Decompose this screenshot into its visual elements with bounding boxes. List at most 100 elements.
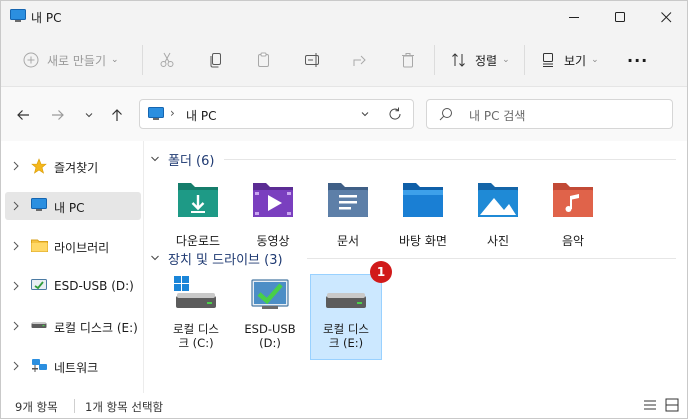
new-button[interactable]: 새로 만들기 ⌄ [23, 47, 119, 73]
refresh-button[interactable] [388, 106, 402, 125]
content-pane: 폴더 (6) 다운로드 동영상 문서 바탕 화면 사진 음악 장치 및 드라이브… [144, 141, 687, 393]
sort-button[interactable]: 정렬 ⌄ [451, 47, 510, 73]
breadcrumb-item[interactable]: 내 PC [186, 107, 216, 124]
cut-button[interactable] [159, 47, 175, 73]
forward-button[interactable] [48, 105, 68, 125]
drive-item-d[interactable]: ESD-USB (D:) [234, 274, 306, 360]
drive-item-c[interactable]: 로컬 디스 크 (C:) [160, 274, 232, 360]
view-icon [543, 53, 553, 67]
sidebar-item-favorites[interactable]: 즐겨찾기 [5, 152, 141, 180]
sidebar-item-local-disk-e[interactable]: 로컬 디스크 (E:) [5, 312, 141, 340]
address-dropdown-button[interactable] [360, 106, 370, 125]
copy-icon [210, 53, 221, 68]
arrow-right-icon [52, 110, 64, 120]
sidebar-item-libraries[interactable]: 라이브러리 [5, 232, 141, 260]
chevron-down-icon [85, 113, 93, 118]
drive-icon [326, 293, 366, 308]
sidebar-item-esd-usb[interactable]: ESD-USB (D:) [5, 272, 141, 300]
chevron-right-icon[interactable] [12, 160, 20, 174]
explorer-window: 내 PC 새로 만들기 ⌄ 정렬 ⌄ 보기 ⌄ ··· › 내 PC 내 PC … [0, 0, 688, 419]
star-icon [31, 158, 47, 177]
folder-item[interactable]: 사진 [467, 179, 529, 251]
rename-button[interactable] [304, 47, 322, 73]
group-title: 폴더 (6) [168, 153, 215, 169]
back-button[interactable] [13, 105, 33, 125]
chevron-down-icon [151, 255, 159, 261]
plus-circle-icon [23, 52, 39, 68]
rename-icon [305, 53, 319, 67]
sidebar-item-label: ESD-USB (D:) [54, 279, 134, 293]
arrow-up-icon [112, 109, 122, 121]
breadcrumb-separator: › [170, 106, 175, 120]
delete-button[interactable] [400, 47, 416, 73]
more-icon: ··· [627, 50, 649, 70]
tiles-view-button[interactable] [665, 398, 679, 415]
sidebar-item-label: 내 PC [54, 201, 85, 215]
folder-label: 사진 [486, 234, 510, 248]
minimize-button[interactable] [551, 1, 597, 33]
chevron-down-icon: ⌄ [591, 55, 599, 65]
network-icon [31, 358, 48, 377]
annotation-badge: 1 [370, 261, 392, 283]
folder-label: 음악 [561, 234, 585, 248]
chevron-right-icon[interactable] [12, 320, 20, 334]
paste-icon [258, 52, 269, 67]
search-box[interactable]: 내 PC 검색 [426, 99, 673, 129]
desktop-folder-icon [403, 183, 443, 217]
folder-item[interactable]: 음악 [542, 179, 604, 251]
chevron-down-icon: ⌄ [111, 55, 119, 65]
copy-button[interactable] [208, 47, 224, 73]
folder-item[interactable]: 바탕 화면 [392, 179, 454, 251]
downloads-folder-icon [178, 183, 218, 217]
folder-item[interactable]: 문서 [317, 179, 379, 251]
drive-label-line: 크 (E:) [328, 336, 364, 350]
chevron-right-icon[interactable] [12, 240, 20, 254]
up-button[interactable] [107, 105, 127, 125]
chevron-right-icon[interactable] [12, 200, 20, 214]
item-count: 9개 항목 [15, 400, 58, 414]
drive-label-line: 로컬 디스 [323, 322, 369, 336]
pc-icon [148, 107, 164, 124]
chevron-right-icon[interactable] [12, 280, 20, 294]
address-bar[interactable]: › 내 PC [139, 99, 414, 129]
view-button[interactable]: 보기 ⌄ [540, 47, 599, 73]
sidebar-item-network[interactable]: 네트워크 [5, 352, 141, 380]
maximize-button[interactable] [597, 1, 643, 33]
group-header-drives[interactable]: 장치 및 드라이브 (3) [150, 248, 283, 268]
refresh-icon [389, 107, 401, 120]
share-icon [353, 55, 366, 66]
close-button[interactable] [643, 1, 687, 33]
arrow-left-icon [17, 110, 29, 120]
sidebar-item-label: 네트워크 [54, 361, 99, 375]
recent-locations-button[interactable] [79, 105, 99, 125]
group-title: 장치 및 드라이브 (3) [168, 252, 283, 268]
chevron-down-icon [151, 156, 159, 162]
selection-count: 1개 항목 선택함 [85, 400, 164, 414]
group-header-folders[interactable]: 폴더 (6) [150, 149, 214, 169]
details-view-button[interactable] [643, 398, 657, 415]
sidebar-item-label: 즐겨찾기 [54, 161, 99, 175]
music-folder-icon [553, 183, 593, 217]
drive-item-e[interactable]: 로컬 디스 크 (E:) [310, 274, 382, 360]
share-button[interactable] [352, 47, 368, 73]
drive-label-line: ESD-USB [244, 322, 296, 336]
view-label: 보기 [564, 53, 587, 68]
command-bar: 새로 만들기 ⌄ 정렬 ⌄ 보기 ⌄ ··· [1, 33, 687, 87]
paste-button[interactable] [256, 47, 272, 73]
status-divider [74, 399, 75, 413]
trash-icon [402, 53, 414, 68]
documents-folder-icon [328, 183, 368, 217]
folder-label: 동영상 [256, 234, 290, 248]
chevron-right-icon[interactable] [12, 360, 20, 374]
folder-item[interactable]: 다운로드 [167, 179, 229, 251]
folder-item[interactable]: 동영상 [242, 179, 304, 251]
more-options-button[interactable]: ··· [627, 47, 648, 73]
folder-label: 바탕 화면 [399, 234, 447, 248]
search-icon [439, 107, 453, 124]
windows-drive-icon [174, 276, 216, 308]
sidebar-item-this-pc[interactable]: 내 PC [5, 192, 141, 220]
group-divider [307, 258, 676, 259]
drive-label-line: 로컬 디스 [173, 322, 219, 336]
library-folder-icon [31, 238, 48, 255]
drive-icon [31, 318, 47, 335]
